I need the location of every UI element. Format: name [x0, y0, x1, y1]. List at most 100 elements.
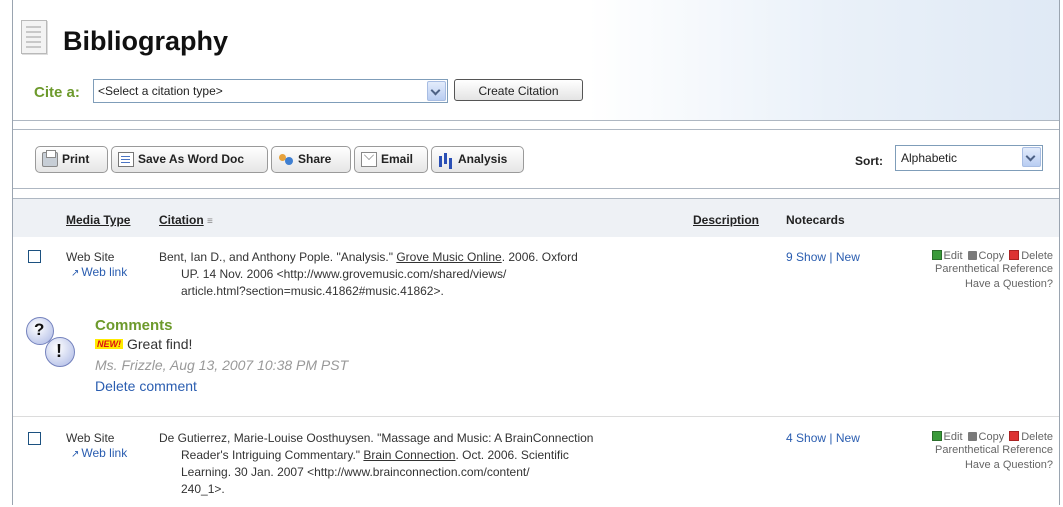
- col-description[interactable]: Description: [693, 213, 759, 227]
- copy-icon: [967, 432, 977, 441]
- notecard-count: 9: [786, 250, 793, 264]
- web-link[interactable]: ↗ Web link: [71, 446, 127, 460]
- notecards: 4 Show | New: [786, 431, 860, 445]
- envelope-icon: [361, 152, 377, 167]
- have-a-question-link[interactable]: Have a Question?: [891, 458, 1053, 473]
- web-link-label: Web link: [81, 446, 128, 460]
- citation-part: De Gutierrez, Marie-Louise Oosthuysen. "…: [159, 431, 594, 445]
- comment-meta: Ms. Frizzle, Aug 13, 2007 10:38 PM PST: [95, 357, 349, 373]
- analysis-button[interactable]: Analysis: [431, 146, 524, 173]
- copy-icon: [967, 251, 977, 260]
- new-badge: NEW!: [95, 339, 123, 349]
- citation-line: 240_1>.: [181, 482, 225, 496]
- col-notecards: Notecards: [786, 213, 845, 227]
- print-button[interactable]: Print: [35, 146, 108, 173]
- comments-title: Comments: [95, 317, 173, 334]
- table-row: Web Site ↗ Web link Bent, Ian D., and Ant…: [13, 236, 1059, 313]
- copy-label: Copy: [978, 431, 1005, 443]
- external-link-icon: ↗: [71, 449, 80, 460]
- citation-line: Reader's Intriguing Commentary." Brain C…: [159, 447, 659, 464]
- citation-type-value: <Select a citation type>: [98, 84, 223, 98]
- chevron-down-icon[interactable]: [427, 81, 446, 101]
- delete-label: Delete: [1021, 250, 1053, 262]
- document-icon: [21, 20, 47, 54]
- web-link[interactable]: ↗ Web link: [71, 265, 127, 279]
- edit-label: Edit: [943, 431, 963, 443]
- edit-action[interactable]: Edit: [931, 250, 963, 262]
- citation-part: Bent, Ian D., and Anthony Pople. "Analys…: [159, 250, 397, 264]
- citation-source: Brain Connection: [363, 448, 456, 462]
- citation-part: . Oct. 2006. Scientific: [455, 448, 569, 462]
- row-checkbox[interactable]: [28, 250, 41, 263]
- cite-label: Cite a:: [34, 84, 80, 101]
- edit-action[interactable]: Edit: [931, 431, 963, 443]
- parenthetical-reference-link[interactable]: Parenthetical Reference: [891, 262, 1053, 277]
- table-header: Media Type Citation ≡ Description Noteca…: [13, 198, 1059, 237]
- row-checkbox[interactable]: [28, 432, 41, 445]
- toolbar: Print Save As Word Doc Share Email Analy…: [13, 129, 1059, 189]
- row-actions: Edit Copy Delete Parenthetical Reference…: [891, 431, 1053, 473]
- delete-action[interactable]: Delete: [1009, 250, 1053, 262]
- sort-select[interactable]: Alphabetic: [895, 145, 1043, 171]
- comments-section: ? ! Comments NEW! Great find! Ms. Frizzle…: [13, 313, 1059, 415]
- page-title: Bibliography: [63, 26, 229, 56]
- create-citation-button[interactable]: Create Citation: [454, 79, 583, 101]
- edit-icon: [931, 250, 942, 260]
- notecard-show-link[interactable]: Show: [796, 250, 826, 264]
- citation-type-select[interactable]: <Select a citation type>: [93, 79, 448, 103]
- delete-icon: [1009, 250, 1020, 260]
- share-button[interactable]: Share: [271, 146, 351, 173]
- save-word-label: Save As Word Doc: [138, 152, 245, 166]
- sort-indicator-icon: ≡: [207, 216, 213, 227]
- email-button[interactable]: Email: [354, 146, 428, 173]
- web-link-label: Web link: [81, 265, 128, 279]
- citation-source: Grove Music Online: [396, 250, 502, 264]
- col-citation-label: Citation: [159, 213, 204, 227]
- delete-action[interactable]: Delete: [1009, 431, 1053, 443]
- citation-line: Learning. 30 Jan. 2007 <http://www.brain…: [181, 465, 530, 479]
- notecard-count: 4: [786, 431, 793, 445]
- col-citation[interactable]: Citation ≡: [159, 213, 213, 227]
- exclamation-bubble-icon: !: [45, 337, 75, 367]
- bibliography-panel: Bibliography Cite a: <Select a citation …: [12, 0, 1060, 505]
- save-word-button[interactable]: Save As Word Doc: [111, 146, 268, 173]
- share-label: Share: [298, 152, 332, 166]
- parenthetical-reference-link[interactable]: Parenthetical Reference: [891, 443, 1053, 458]
- delete-label: Delete: [1021, 431, 1053, 443]
- comment-body: Great find!: [127, 336, 193, 352]
- have-a-question-link[interactable]: Have a Question?: [891, 277, 1053, 292]
- col-media-type[interactable]: Media Type: [66, 213, 130, 227]
- notecards: 9 Show | New: [786, 250, 860, 264]
- citation-text: De Gutierrez, Marie-Louise Oosthuysen. "…: [159, 430, 659, 498]
- external-link-icon: ↗: [71, 268, 80, 279]
- edit-icon: [931, 431, 942, 441]
- analysis-label: Analysis: [458, 152, 508, 166]
- media-type: Web Site: [66, 431, 115, 445]
- copy-action[interactable]: Copy: [967, 250, 1005, 262]
- notecard-new-link[interactable]: New: [836, 431, 860, 445]
- table-row: Web Site ↗ Web link De Gutierrez, Marie-L…: [13, 417, 1059, 505]
- row-actions: Edit Copy Delete Parenthetical Reference…: [891, 250, 1053, 292]
- printer-icon: [42, 150, 58, 167]
- notecard-show-link[interactable]: Show: [796, 431, 826, 445]
- citation-line: article.html?section=music.41862#music.4…: [181, 284, 444, 298]
- email-label: Email: [381, 152, 414, 166]
- edit-label: Edit: [943, 250, 963, 262]
- copy-label: Copy: [978, 250, 1005, 262]
- sort-label: Sort:: [855, 154, 883, 168]
- delete-icon: [1009, 431, 1020, 441]
- notecard-new-link[interactable]: New: [836, 250, 860, 264]
- citation-line: UP. 14 Nov. 2006 <http://www.grovemusic.…: [181, 267, 507, 281]
- citation-part: . 2006. Oxford: [501, 250, 578, 264]
- media-type: Web Site: [66, 250, 115, 264]
- comment-text: NEW! Great find!: [95, 336, 192, 352]
- print-label: Print: [62, 152, 90, 166]
- bar-chart-icon: [438, 152, 454, 167]
- chevron-down-icon[interactable]: [1022, 147, 1041, 167]
- header: Bibliography Cite a: <Select a citation …: [13, 0, 1059, 121]
- copy-action[interactable]: Copy: [967, 431, 1005, 443]
- word-doc-icon: [118, 152, 134, 167]
- citation-text: Bent, Ian D., and Anthony Pople. "Analys…: [159, 249, 659, 300]
- people-icon: [278, 152, 294, 167]
- delete-comment-link[interactable]: Delete comment: [95, 378, 197, 394]
